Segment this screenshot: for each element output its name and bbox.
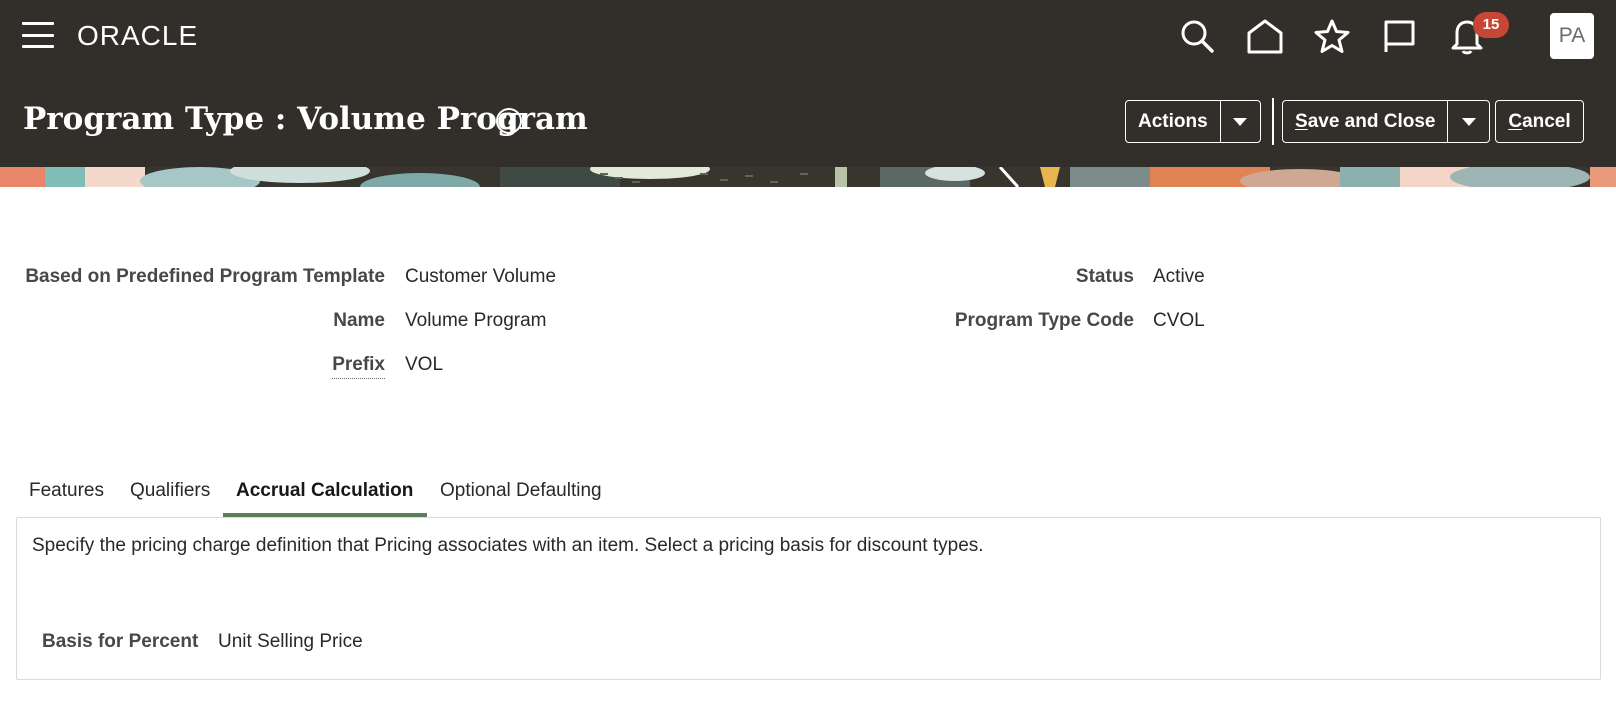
save-and-close-dropdown[interactable] (1447, 101, 1489, 142)
basis-for-percent-value: Unit Selling Price (218, 631, 363, 652)
tab-optional-defaulting[interactable]: Optional Defaulting (440, 474, 602, 518)
cancel-button[interactable]: Cancel (1495, 100, 1584, 143)
toolbar-separator (1272, 98, 1274, 145)
tab-features[interactable]: Features (29, 474, 104, 518)
home-icon[interactable] (1244, 14, 1286, 58)
status-value: Active (1153, 266, 1205, 287)
decorative-banner (0, 167, 1616, 187)
tab-accrual-calculation[interactable]: Accrual Calculation (236, 474, 413, 518)
caret-down-icon (1461, 117, 1476, 126)
user-avatar[interactable]: PA (1550, 13, 1594, 59)
save-and-close-label: Save and Close (1295, 110, 1436, 132)
prefix-label[interactable]: Prefix (332, 354, 385, 379)
actions-label: Actions (1138, 110, 1208, 132)
program-type-code-value: CVOL (1153, 310, 1205, 331)
actions-dropdown[interactable] (1219, 101, 1260, 142)
notification-count-badge: 15 (1473, 12, 1509, 38)
template-label: Based on Predefined Program Template (25, 266, 385, 287)
flag-icon[interactable] (1378, 14, 1420, 58)
tab-qualifiers[interactable]: Qualifiers (130, 474, 210, 518)
caret-down-icon (1233, 117, 1248, 126)
help-icon[interactable] (495, 107, 523, 135)
program-type-code-label: Program Type Code (954, 310, 1134, 331)
name-value: Volume Program (405, 310, 547, 331)
basis-for-percent-label: Basis for Percent (42, 631, 199, 652)
cancel-label: Cancel (1508, 110, 1571, 132)
status-label: Status (1075, 266, 1134, 287)
actions-menu-button[interactable]: Actions (1125, 100, 1261, 143)
tab-bar: Features Qualifiers Accrual Calculation … (16, 474, 656, 518)
global-header: ORACLE 15 PA Program Type : Volume Progr… (0, 0, 1616, 167)
template-value: Customer Volume (405, 266, 557, 287)
prefix-value: VOL (405, 354, 444, 375)
star-icon[interactable] (1311, 14, 1353, 58)
panel-description: Specify the pricing charge definition th… (32, 535, 984, 556)
search-icon[interactable] (1176, 14, 1218, 58)
name-label: Name (333, 310, 385, 331)
save-and-close-button[interactable]: Save and Close (1282, 100, 1490, 143)
